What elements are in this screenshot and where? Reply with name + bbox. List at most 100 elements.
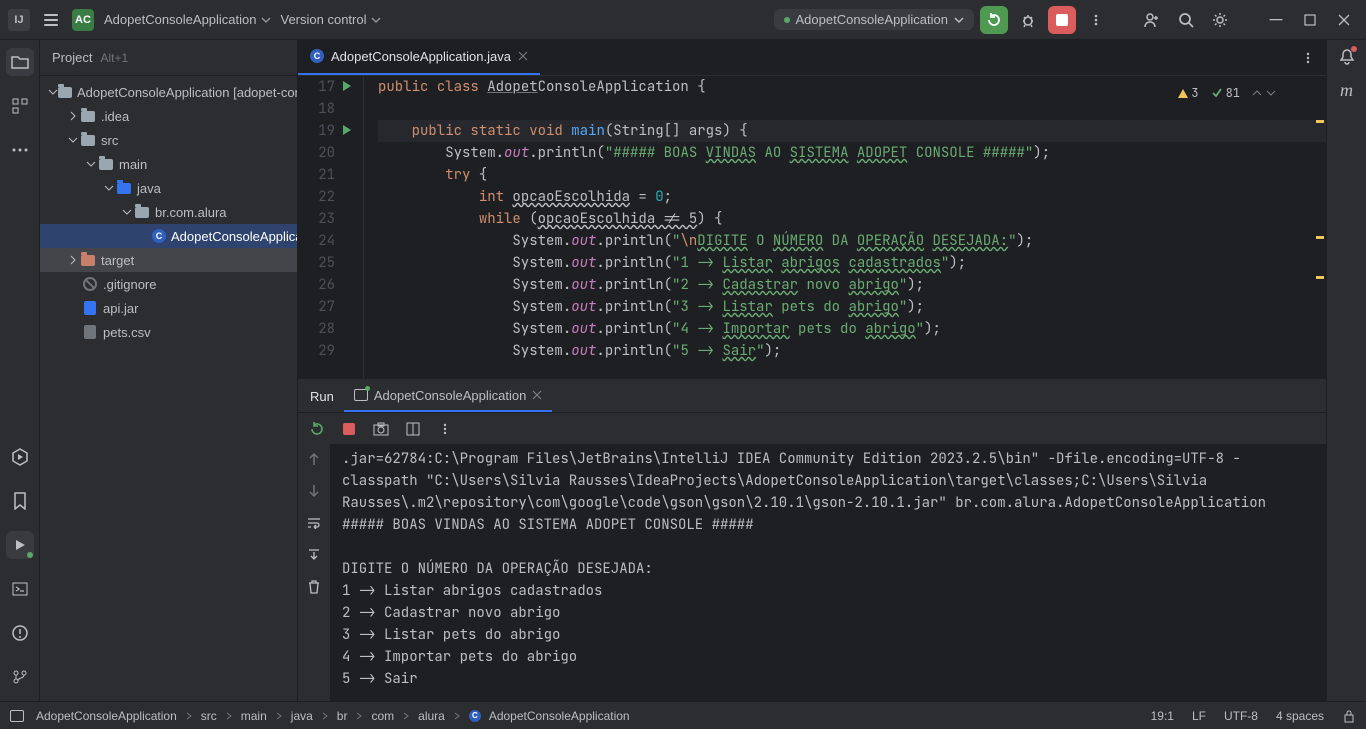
main-menu-button[interactable] [40, 9, 62, 31]
folder-icon [81, 111, 95, 122]
stop-run-button[interactable] [340, 420, 358, 438]
line-number[interactable]: 22 [298, 186, 353, 208]
close-tab-icon[interactable] [518, 51, 528, 61]
maven-tool-button[interactable]: m [1340, 80, 1353, 101]
tree-label: br.com.alura [155, 205, 227, 220]
more-tools-button[interactable] [6, 136, 34, 164]
breadcrumb-item[interactable]: main [241, 709, 267, 723]
tree-file-gitignore[interactable]: .gitignore [40, 272, 297, 296]
scroll-to-end-button[interactable] [305, 546, 323, 564]
cursor-position[interactable]: 19:1 [1151, 709, 1174, 723]
scroll-down-button[interactable] [305, 482, 323, 500]
line-number[interactable]: 20 [298, 142, 353, 164]
window-minimize-button[interactable]: ─ [1262, 6, 1290, 34]
stop-button[interactable] [1048, 6, 1076, 34]
debug-button[interactable] [1014, 6, 1042, 34]
clear-button[interactable] [305, 578, 323, 596]
run-tab-label[interactable]: Run [310, 389, 334, 404]
window-maximize-button[interactable] [1296, 6, 1324, 34]
run-button[interactable] [980, 6, 1008, 34]
window-close-button[interactable] [1330, 6, 1358, 34]
tree-package[interactable]: br.com.alura [40, 200, 297, 224]
services-tool-button[interactable] [6, 443, 34, 471]
project-name-dropdown[interactable]: AdopetConsoleApplication [104, 12, 271, 27]
tree-class-selected[interactable]: C AdopetConsoleApplication [40, 224, 297, 248]
snapshot-button[interactable] [372, 420, 390, 438]
more-run-button[interactable] [436, 420, 454, 438]
chevron-right-icon [275, 712, 283, 720]
line-number[interactable]: 27 [298, 296, 353, 318]
readonly-toggle-icon[interactable] [1342, 709, 1356, 723]
breadcrumb-item[interactable]: alura [418, 709, 445, 723]
tree-folder-src[interactable]: src [40, 128, 297, 152]
line-number[interactable]: 26 [298, 274, 353, 296]
chevron-down-icon [104, 183, 114, 193]
search-everywhere-button[interactable] [1172, 6, 1200, 34]
tree-file-csv[interactable]: pets.csv [40, 320, 297, 344]
notifications-button[interactable] [1339, 48, 1355, 66]
error-stripe[interactable] [1314, 76, 1326, 379]
terminal-tool-button[interactable] [6, 575, 34, 603]
indent-setting[interactable]: 4 spaces [1276, 709, 1324, 723]
chevron-down-icon [86, 159, 96, 169]
breadcrumb-item[interactable]: src [201, 709, 217, 723]
close-icon[interactable] [532, 390, 542, 400]
breadcrumb-item[interactable]: AdopetConsoleApplication [489, 709, 630, 723]
editor-body[interactable]: 17 18 19 20 21 22 23 24 25 26 27 28 29 3… [298, 76, 1326, 379]
scroll-up-button[interactable] [305, 450, 323, 468]
file-encoding[interactable]: UTF-8 [1224, 709, 1258, 723]
chevron-right-icon [355, 712, 363, 720]
tree-root[interactable]: AdopetConsoleApplication [adopet-console… [40, 80, 297, 104]
line-number[interactable]: 25 [298, 252, 353, 274]
inspection-widget[interactable]: 3 81 [1172, 80, 1282, 106]
chevron-down-icon[interactable] [1266, 88, 1276, 98]
run-configuration-selector[interactable]: AdopetConsoleApplication [774, 9, 975, 30]
tree-file-jar[interactable]: api.jar [40, 296, 297, 320]
breadcrumb-item[interactable]: br [337, 709, 348, 723]
tree-folder-idea[interactable]: .idea [40, 104, 297, 128]
line-number[interactable]: 19 [298, 120, 353, 142]
code-with-me-button[interactable] [1138, 6, 1166, 34]
tree-folder-target[interactable]: target [40, 248, 297, 272]
problems-tool-button[interactable] [6, 619, 34, 647]
layout-icon [406, 422, 420, 436]
line-number[interactable]: 29 [298, 340, 353, 362]
tree-folder-java[interactable]: java [40, 176, 297, 200]
line-number[interactable]: 23 [298, 208, 353, 230]
breadcrumb-item[interactable]: AdopetConsoleApplication [36, 709, 177, 723]
structure-tool-button[interactable] [6, 92, 34, 120]
vcs-dropdown[interactable]: Version control [281, 12, 381, 27]
editor-gutter[interactable]: 17 18 19 20 21 22 23 24 25 26 27 28 29 [298, 76, 364, 379]
vcs-tool-button[interactable] [6, 663, 34, 691]
rerun-button[interactable] [308, 420, 326, 438]
line-number[interactable]: 17 [298, 76, 353, 98]
line-ending[interactable]: LF [1192, 709, 1206, 723]
bookmarks-tool-button[interactable] [6, 487, 34, 515]
project-tool-button[interactable] [6, 48, 34, 76]
line-number[interactable]: 21 [298, 164, 353, 186]
breadcrumb-item[interactable]: java [291, 709, 313, 723]
line-number[interactable]: 24 [298, 230, 353, 252]
tree-folder-main[interactable]: main [40, 152, 297, 176]
line-number[interactable]: 28 [298, 318, 353, 340]
editor-more-button[interactable] [1298, 48, 1318, 68]
run-config-tab[interactable]: AdopetConsoleApplication [344, 380, 553, 412]
folder-icon [99, 159, 113, 170]
chevron-right-icon [225, 712, 233, 720]
run-tool-button[interactable] [6, 531, 34, 559]
run-output[interactable]: .jar=62784:C:\Program Files\JetBrains\In… [330, 444, 1326, 701]
editor-code[interactable]: 3 81 public class AdopetConsoleApplicati… [364, 76, 1326, 379]
breadcrumb-item[interactable]: com [371, 709, 394, 723]
project-panel-title: Project [52, 50, 92, 65]
tree-label: .gitignore [103, 277, 156, 292]
more-actions-button[interactable] [1082, 6, 1110, 34]
editor-tab[interactable]: C AdopetConsoleApplication.java [298, 39, 540, 75]
soft-wrap-button[interactable] [305, 514, 323, 532]
project-tree[interactable]: AdopetConsoleApplication [adopet-console… [40, 76, 297, 701]
intellij-logo-icon: IJ [8, 9, 30, 31]
layout-button[interactable] [404, 420, 422, 438]
settings-button[interactable] [1206, 6, 1234, 34]
line-number[interactable]: 18 [298, 98, 353, 120]
chevron-up-icon[interactable] [1252, 88, 1262, 98]
hex-play-icon [11, 448, 29, 466]
